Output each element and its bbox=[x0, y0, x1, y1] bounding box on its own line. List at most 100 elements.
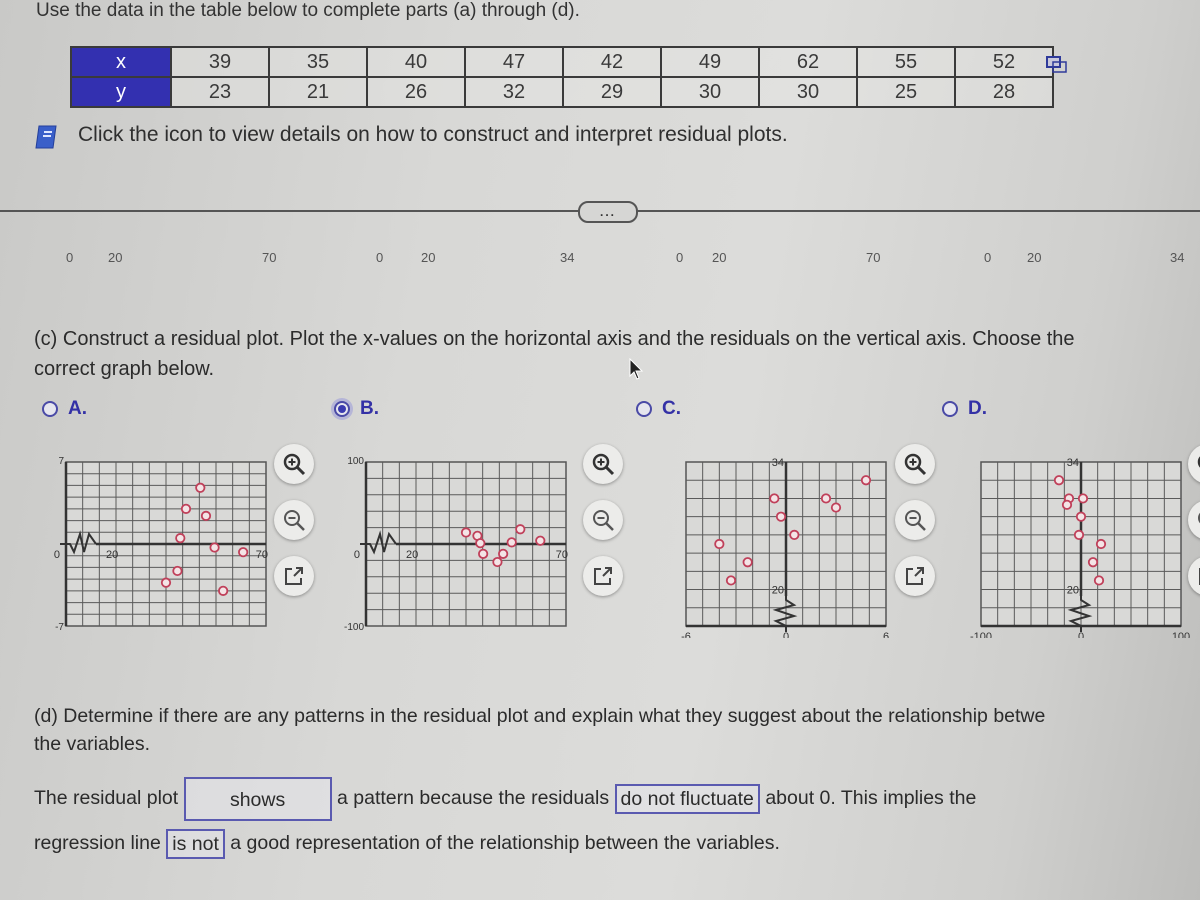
data-point bbox=[180, 503, 192, 514]
data-point bbox=[1095, 538, 1107, 550]
data-point bbox=[1075, 511, 1087, 522]
more-button[interactable]: ... bbox=[578, 201, 638, 223]
option-a[interactable]: A. bbox=[42, 398, 87, 420]
data-point bbox=[535, 535, 546, 546]
data-point bbox=[1077, 493, 1089, 504]
zoom-out-button[interactable] bbox=[895, 500, 935, 540]
cell-y: 32 bbox=[464, 76, 564, 108]
tick-label: 34 bbox=[772, 457, 784, 469]
data-point bbox=[515, 524, 526, 535]
data-point bbox=[475, 538, 486, 549]
cell-x: 47 bbox=[464, 46, 564, 78]
ghost-label: 0 bbox=[984, 250, 992, 265]
radio-c[interactable] bbox=[636, 401, 652, 417]
ghost-label: 0 bbox=[66, 250, 74, 265]
graph-b: 0 20 70 100 -100 bbox=[344, 456, 568, 633]
mouse-cursor-icon bbox=[629, 358, 644, 380]
cell-x: 52 bbox=[954, 46, 1054, 78]
ghost-label: 20 bbox=[712, 250, 727, 265]
data-point bbox=[175, 533, 186, 544]
row-header-y: y bbox=[70, 76, 172, 108]
cell-y: 21 bbox=[268, 76, 368, 108]
option-d[interactable]: D. bbox=[942, 398, 987, 420]
part-d-line1: (d) Determine if there are any patterns … bbox=[34, 705, 1046, 727]
dropdown-representation[interactable]: is not bbox=[166, 828, 225, 859]
data-point bbox=[789, 529, 800, 540]
ghost-label: 70 bbox=[866, 250, 881, 265]
data-point bbox=[460, 527, 472, 538]
answer-line2: regression line is not a good representa… bbox=[34, 821, 1200, 865]
tick-label: 20 bbox=[1067, 585, 1079, 597]
radio-d[interactable] bbox=[942, 401, 958, 417]
data-point bbox=[172, 565, 183, 577]
popout-button[interactable] bbox=[1188, 556, 1200, 596]
popout-button[interactable] bbox=[274, 556, 314, 596]
tick-label: 0 bbox=[1078, 631, 1084, 638]
zoom-in-button[interactable] bbox=[895, 444, 935, 484]
radio-a[interactable] bbox=[42, 401, 58, 417]
cell-y: 29 bbox=[562, 76, 662, 108]
option-c-label: C. bbox=[662, 398, 681, 419]
popout-button[interactable] bbox=[583, 556, 623, 596]
instructions: Use the data in the table below to compl… bbox=[36, 0, 580, 21]
zoom-in-icon bbox=[1197, 456, 1200, 468]
popout-icon bbox=[594, 567, 612, 585]
dropdown-pattern[interactable]: shows bbox=[183, 776, 332, 821]
tick-label: 70 bbox=[256, 549, 268, 561]
cell-x: 39 bbox=[170, 46, 270, 78]
data-point bbox=[820, 493, 832, 504]
ghost-label: 70 bbox=[262, 250, 277, 265]
ghost-label: 34 bbox=[1170, 250, 1185, 265]
zoom-in-button[interactable] bbox=[274, 444, 314, 484]
data-point bbox=[478, 548, 489, 559]
book-icon[interactable] bbox=[34, 124, 60, 150]
ghost-label: 34 bbox=[560, 250, 575, 265]
data-point bbox=[498, 548, 509, 559]
part-d-answer: The residual plot shows a pattern becaus… bbox=[34, 776, 1200, 865]
data-point bbox=[209, 542, 220, 553]
zoom-in-button[interactable] bbox=[1188, 444, 1200, 484]
tick-label: 6 bbox=[883, 631, 889, 638]
ghost-label: 20 bbox=[1027, 250, 1042, 265]
tick-label: 70 bbox=[556, 549, 568, 561]
zoom-out-icon bbox=[593, 510, 614, 531]
table-row-x: x 39 35 40 47 42 49 62 55 52 bbox=[70, 46, 1054, 78]
tick-label: -7 bbox=[55, 622, 64, 633]
tick-label: 34 bbox=[1067, 457, 1079, 469]
dropdown-fluctuate[interactable]: do not fluctuate bbox=[614, 783, 760, 814]
tick-label: 20 bbox=[106, 549, 118, 561]
popout-button[interactable] bbox=[895, 556, 935, 596]
cell-x: 55 bbox=[856, 46, 956, 78]
data-point bbox=[769, 493, 780, 504]
part-d-question: (d) Determine if there are any patterns … bbox=[34, 702, 1045, 758]
ghost-label: 0 bbox=[376, 250, 384, 265]
tick-label: -100 bbox=[344, 622, 364, 633]
graph-c: 34 20 -6 0 6 bbox=[681, 457, 889, 638]
data-point bbox=[218, 585, 229, 596]
cell-y: 23 bbox=[170, 76, 270, 108]
data-point bbox=[160, 577, 172, 588]
cell-y: 25 bbox=[856, 76, 956, 108]
zoom-out-button[interactable] bbox=[1188, 500, 1200, 540]
zoom-out-icon bbox=[905, 510, 926, 531]
zoom-in-button[interactable] bbox=[583, 444, 623, 484]
data-point bbox=[200, 510, 212, 521]
part-c-line1: (c) Construct a residual plot. Plot the … bbox=[34, 328, 1075, 350]
tick-label: 0 bbox=[783, 631, 789, 638]
radio-b-selected[interactable] bbox=[334, 401, 350, 417]
option-a-label: A. bbox=[68, 398, 87, 419]
graph-a-tools bbox=[274, 444, 314, 596]
zoom-out-button[interactable] bbox=[583, 500, 623, 540]
data-point bbox=[1053, 475, 1065, 486]
data-point bbox=[725, 575, 737, 586]
answer-line1: The residual plot shows a pattern becaus… bbox=[34, 776, 1200, 821]
zoom-in-icon bbox=[904, 453, 927, 476]
copy-icon[interactable] bbox=[1046, 56, 1068, 74]
option-c[interactable]: C. bbox=[636, 398, 681, 420]
tick-label: -100 bbox=[970, 631, 992, 638]
zoom-out-button[interactable] bbox=[274, 500, 314, 540]
option-b[interactable]: B. bbox=[334, 398, 379, 420]
graph-grid: 0 20 70 100 -100 bbox=[344, 456, 568, 633]
cell-x: 62 bbox=[758, 46, 858, 78]
graph-c-tools bbox=[895, 444, 935, 596]
